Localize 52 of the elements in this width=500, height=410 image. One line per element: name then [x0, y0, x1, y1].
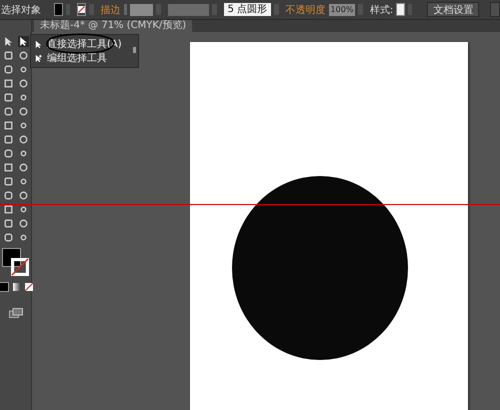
- document-tab[interactable]: 未标题-4* @ 71% (CMYK/预览): [34, 20, 192, 32]
- tool-icon[interactable]: [18, 36, 28, 46]
- none-mode-icon[interactable]: [24, 283, 32, 291]
- tool-icon[interactable]: [2, 176, 14, 186]
- gradient-mode-icon[interactable]: [12, 283, 20, 291]
- selection-status: 选择对象: [1, 4, 41, 16]
- style-label: 样式:: [370, 4, 394, 16]
- color-mode-icon[interactable]: [0, 282, 8, 292]
- tool-icon[interactable]: [2, 134, 14, 144]
- tool-icon[interactable]: [18, 218, 28, 228]
- selection-arrow-icon: [34, 40, 43, 48]
- tool-icon[interactable]: [2, 106, 14, 116]
- tool-icon[interactable]: [2, 78, 14, 88]
- brush-field[interactable]: 5 点圆形: [224, 3, 272, 16]
- tool-icon[interactable]: [2, 50, 14, 60]
- tool-icon[interactable]: [18, 204, 28, 214]
- tool-icon[interactable]: [2, 64, 14, 74]
- style-swatch[interactable]: [396, 3, 406, 16]
- stroke-color-swatch[interactable]: [10, 258, 28, 276]
- tool-icon[interactable]: [2, 190, 14, 200]
- tool-icon[interactable]: [18, 176, 28, 186]
- screen-mode-icon[interactable]: [8, 308, 22, 318]
- fill-swatch[interactable]: [54, 3, 63, 16]
- selection-arrow-icon: [34, 54, 43, 62]
- tool-icon[interactable]: [18, 78, 28, 88]
- tool-icon[interactable]: [2, 162, 14, 172]
- stroke-weight-field[interactable]: [130, 4, 154, 16]
- tool-icon[interactable]: [2, 120, 14, 130]
- tool-icon[interactable]: [2, 92, 14, 102]
- tool-icon[interactable]: [2, 218, 14, 228]
- document-settings-button[interactable]: 文档设置: [427, 2, 480, 17]
- tool-icon[interactable]: [18, 92, 28, 102]
- variable-width-field[interactable]: [168, 4, 210, 16]
- tool-icon[interactable]: [2, 232, 14, 242]
- tool-icon[interactable]: [18, 64, 28, 74]
- tool-icon[interactable]: [18, 162, 28, 172]
- opacity-field[interactable]: 100%: [328, 4, 356, 16]
- stroke-label[interactable]: 描边: [100, 2, 121, 16]
- menu-item[interactable]: 编组选择工具: [47, 51, 107, 65]
- tool-icon[interactable]: [2, 36, 14, 46]
- tool-icon[interactable]: [18, 50, 28, 60]
- opacity-label[interactable]: 不透明度: [286, 2, 326, 16]
- tool-icon[interactable]: [2, 148, 14, 158]
- tool-icon[interactable]: [18, 106, 28, 116]
- tool-icon[interactable]: [18, 134, 28, 144]
- tool-icon[interactable]: [2, 204, 14, 214]
- flyout-handle[interactable]: [133, 47, 136, 53]
- tool-icon[interactable]: [18, 190, 28, 200]
- tool-icon[interactable]: [18, 120, 28, 130]
- stroke-none-swatch[interactable]: [77, 3, 86, 16]
- tool-icon[interactable]: [18, 232, 28, 242]
- tool-icon[interactable]: [18, 148, 28, 158]
